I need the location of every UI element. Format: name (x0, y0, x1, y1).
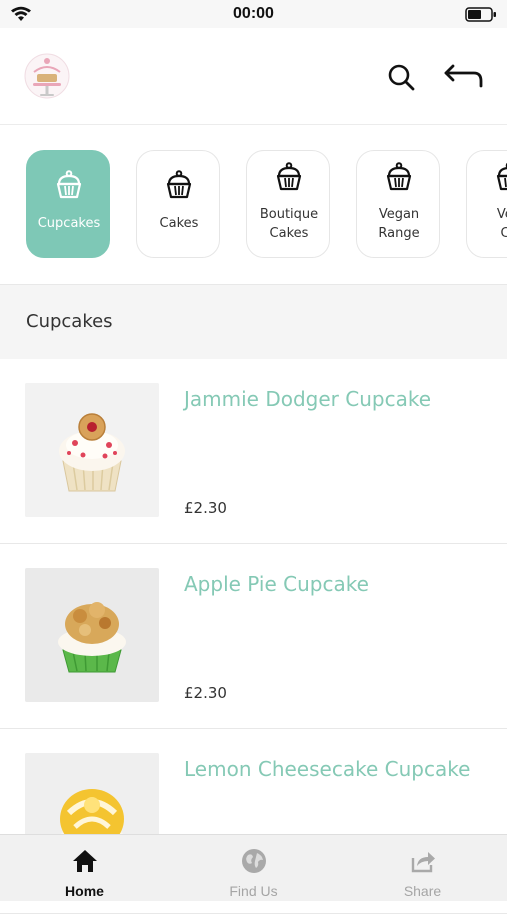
cupcake-icon (273, 161, 305, 193)
category-label-line: Veg (497, 207, 507, 222)
category-label: Boutique Cakes (247, 205, 331, 243)
battery-icon (465, 7, 497, 22)
globe-icon (240, 847, 268, 875)
category-boutique-cakes[interactable]: Boutique Cakes (246, 150, 330, 258)
category-carousel[interactable]: Cupcakes Cakes Boutique Cakes (0, 125, 507, 283)
tab-home[interactable]: Home (0, 835, 169, 901)
category-vegan-range[interactable]: Vegan Range (356, 150, 440, 258)
status-time: 00:00 (0, 5, 507, 23)
app-header (0, 28, 507, 125)
tab-label: Home (0, 883, 169, 899)
product-item[interactable]: Jammie Dodger Cupcake £2.30 (0, 359, 507, 544)
category-cakes[interactable]: Cakes (136, 150, 220, 258)
back-arrow-icon[interactable] (442, 64, 484, 90)
bottom-tab-bar: Home Find Us Share (0, 834, 507, 901)
category-cupcakes[interactable]: Cupcakes (26, 150, 110, 258)
product-name[interactable]: Lemon Cheesecake Cupcake (184, 757, 470, 781)
product-price: £2.30 (184, 684, 227, 702)
search-icon[interactable] (386, 62, 416, 92)
cupcake-icon (493, 161, 507, 193)
share-icon (409, 847, 437, 875)
category-label: Vegan Range (357, 205, 441, 243)
tab-label: Find Us (169, 883, 338, 899)
cupcake-icon (163, 169, 195, 201)
cake-shop-logo[interactable] (24, 52, 70, 100)
tab-share[interactable]: Share (338, 835, 507, 901)
product-image-jammie-dodger (25, 383, 159, 517)
tab-find-us[interactable]: Find Us (169, 835, 338, 901)
category-label: Cupcakes (27, 214, 111, 233)
section-header: Cupcakes (0, 284, 507, 360)
tab-label: Share (338, 883, 507, 899)
section-title: Cupcakes (26, 311, 113, 332)
category-label-line: Range (378, 226, 419, 241)
product-name[interactable]: Apple Pie Cupcake (184, 572, 369, 596)
product-image-apple-pie (25, 568, 159, 702)
category-vegan-cakes[interactable]: Veg Ca (466, 150, 507, 258)
category-label-line: Vegan (379, 207, 419, 222)
category-label-line: Ca (500, 226, 507, 241)
category-label: Veg Ca (467, 205, 507, 243)
category-label: Cakes (137, 214, 221, 233)
status-bar: 00:00 (0, 0, 507, 28)
product-name[interactable]: Jammie Dodger Cupcake (184, 387, 431, 411)
home-icon (71, 847, 99, 875)
category-label-line: Cakes (270, 226, 309, 241)
cupcake-icon (53, 169, 85, 201)
product-item[interactable]: Apple Pie Cupcake £2.30 (0, 544, 507, 729)
category-label-line: Boutique (260, 207, 318, 222)
product-price: £2.30 (184, 499, 227, 517)
cupcake-icon (383, 161, 415, 193)
